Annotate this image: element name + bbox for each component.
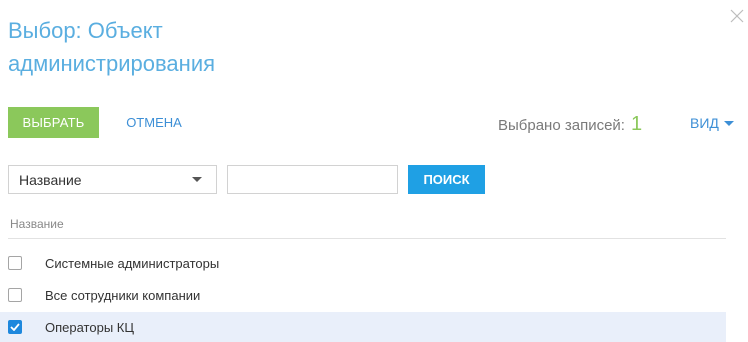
filter-column-value: Название	[19, 171, 82, 188]
dialog-title: Выбор: Объект администрирования	[8, 18, 216, 76]
table-row-selected[interactable]: Операторы КЦ	[0, 312, 726, 342]
select-button[interactable]: ВЫБРАТЬ	[8, 107, 99, 138]
row-checkbox[interactable]	[8, 256, 22, 270]
row-name: Системные администраторы	[45, 255, 220, 271]
view-menu-label: ВИД	[690, 115, 719, 131]
header-divider	[8, 238, 726, 239]
row-checkbox-checked[interactable]	[8, 320, 22, 334]
cancel-button[interactable]: ОТМЕНА	[115, 107, 193, 138]
filter-column-select[interactable]: Название	[8, 165, 217, 194]
selected-records-count: 1	[630, 113, 643, 135]
row-name: Все сотрудники компании	[45, 287, 201, 303]
table-row[interactable]: Системные администраторы	[0, 248, 726, 278]
caret-down-icon	[723, 120, 734, 126]
close-icon[interactable]	[730, 9, 744, 23]
view-menu-button[interactable]: ВИД	[690, 115, 734, 131]
column-header-name[interactable]: Название	[10, 217, 64, 231]
search-button[interactable]: ПОИСК	[408, 165, 485, 194]
selected-records-counter: Выбрано записей: 1	[498, 113, 642, 137]
selected-records-label: Выбрано записей:	[498, 117, 625, 134]
search-input[interactable]	[227, 165, 398, 194]
row-checkbox[interactable]	[8, 288, 22, 302]
row-name: Операторы КЦ	[45, 319, 134, 335]
table-row[interactable]: Все сотрудники компании	[0, 280, 726, 310]
chevron-down-icon	[192, 177, 202, 182]
checkmark-icon	[10, 323, 20, 331]
